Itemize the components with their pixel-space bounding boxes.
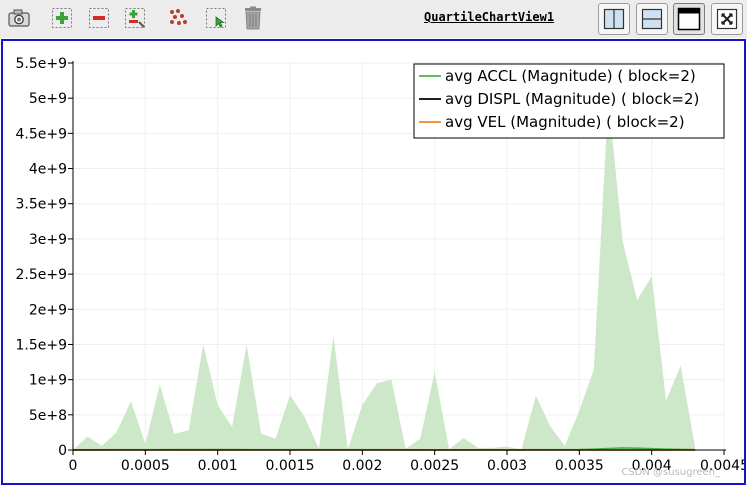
legend-label-1: avg DISPL (Magnitude) ( block=2): [445, 90, 699, 108]
y-tick-label-1: 5e+8: [29, 408, 67, 424]
x-tick-label-7: 0.0035: [555, 458, 604, 474]
x-tick-label-4: 0.002: [342, 458, 382, 474]
y-tick-label-9: 4.5e+9: [15, 126, 67, 142]
x-tick-label-3: 0.0015: [266, 458, 315, 474]
y-tick-label-10: 5e+9: [29, 91, 67, 107]
x-tick-label-5: 0.0025: [410, 458, 459, 474]
x-tick-label-1: 0.0005: [121, 458, 170, 474]
maximize-icon[interactable]: [673, 3, 705, 35]
y-tick-label-3: 1.5e+9: [15, 337, 67, 353]
delete-icon[interactable]: [241, 6, 265, 30]
zoom-in-icon[interactable]: [50, 6, 74, 30]
split-vertical-icon[interactable]: [636, 3, 668, 35]
camera-icon[interactable]: [7, 6, 31, 30]
close-view-icon[interactable]: [711, 3, 743, 35]
y-tick-label-5: 2.5e+9: [15, 267, 67, 283]
y-tick-label-11: 5.5e+9: [15, 56, 67, 72]
legend-label-2: avg VEL (Magnitude) ( block=2): [445, 113, 685, 131]
select-region-icon[interactable]: [204, 6, 228, 30]
y-tick-label-6: 3e+9: [29, 232, 67, 248]
zoom-out-icon[interactable]: [87, 6, 111, 30]
legend-label-0: avg ACCL (Magnitude) ( block=2): [445, 67, 696, 85]
select-points-icon[interactable]: [166, 6, 190, 30]
y-tick-label-8: 4e+9: [29, 162, 67, 178]
split-horizontal-icon[interactable]: [598, 3, 630, 35]
y-tick-label-4: 2e+9: [29, 302, 67, 318]
zoom-to-data-icon[interactable]: [123, 6, 147, 30]
x-tick-label-0: 0: [69, 458, 78, 474]
x-tick-label-2: 0.001: [198, 458, 238, 474]
chart-view[interactable]: 0 5e+8 1e+9 1.5e+9 2e+9 2.5e+9 3e+9 3.5e+9 4e+9 4…: [1, 39, 746, 485]
view-toolbar: QuartileChartView1: [0, 0, 747, 38]
quartile-chart[interactable]: 0 5e+8 1e+9 1.5e+9 2e+9 2.5e+9 3e+9 3.5e+9 4e+9 4…: [3, 41, 744, 483]
y-tick-label-7: 3.5e+9: [15, 197, 67, 213]
view-title: QuartileChartView1: [424, 10, 555, 24]
x-tick-label-6: 0.003: [487, 458, 527, 474]
y-tick-label-2: 1e+9: [29, 373, 67, 389]
watermark: CSDN @susugreen_: [621, 467, 720, 478]
y-tick-label-0: 0: [58, 443, 67, 459]
